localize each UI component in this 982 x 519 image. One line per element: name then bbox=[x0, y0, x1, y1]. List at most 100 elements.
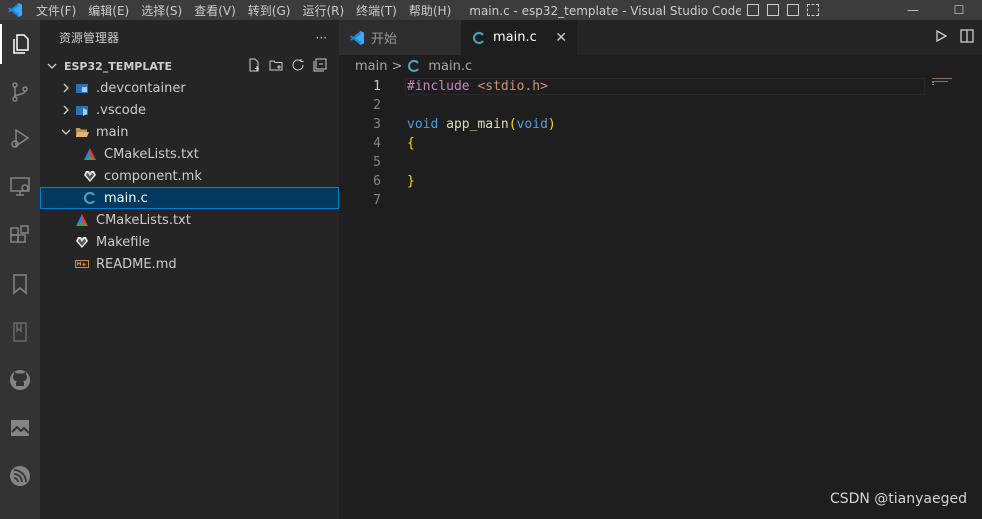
menu-file[interactable]: 文件(F) bbox=[30, 2, 82, 19]
refresh-icon[interactable] bbox=[291, 58, 305, 75]
menu-help[interactable]: 帮助(H) bbox=[403, 2, 457, 19]
function-name: app_main bbox=[446, 117, 509, 132]
line-number: 4 bbox=[373, 136, 381, 151]
section-actions bbox=[247, 58, 339, 75]
tree-item-label: CMakeLists.txt bbox=[96, 212, 191, 228]
tab-welcome[interactable]: 开始 bbox=[339, 20, 461, 55]
menu-go[interactable]: 转到(G) bbox=[242, 2, 297, 19]
code-line: 3 void app_main(void) bbox=[339, 115, 982, 134]
code-line: 5 bbox=[339, 153, 982, 172]
toggle-panel-icon[interactable] bbox=[767, 4, 780, 16]
bracket: ( bbox=[508, 117, 517, 132]
run-debug-icon[interactable] bbox=[0, 118, 40, 158]
chevron-right-icon bbox=[58, 102, 74, 118]
more-actions-icon[interactable]: ··· bbox=[316, 31, 327, 45]
run-icon[interactable] bbox=[934, 29, 948, 47]
chevron-right-icon bbox=[58, 80, 74, 96]
explorer-header: 资源管理器 ··· bbox=[40, 20, 339, 55]
bracket: } bbox=[407, 174, 415, 189]
explorer-title: 资源管理器 bbox=[59, 31, 120, 45]
tree-item-readme[interactable]: README.md bbox=[40, 253, 339, 275]
split-editor-icon[interactable] bbox=[960, 28, 974, 47]
remote-explorer-icon[interactable] bbox=[0, 166, 40, 206]
tree-item-label: CMakeLists.txt bbox=[104, 146, 199, 162]
folder-open-icon bbox=[74, 124, 90, 140]
source-control-icon[interactable] bbox=[0, 72, 40, 112]
menu-run[interactable]: 运行(R) bbox=[296, 2, 350, 19]
bracket: { bbox=[407, 136, 415, 151]
collapse-all-icon[interactable] bbox=[313, 58, 327, 75]
line-number: 6 bbox=[373, 174, 381, 189]
line-number: 1 bbox=[373, 79, 381, 94]
tab-label: 开始 bbox=[371, 32, 398, 47]
chevron-down-icon bbox=[44, 58, 60, 74]
line-number: 7 bbox=[373, 193, 381, 208]
keyword: void bbox=[407, 117, 439, 132]
extensions-icon[interactable] bbox=[0, 216, 40, 256]
window-controls: — ☐ bbox=[890, 3, 982, 17]
window-title: main.c - esp32_template - Visual Studio … bbox=[469, 3, 742, 18]
image-icon[interactable] bbox=[0, 408, 40, 448]
tree-item-label: main bbox=[96, 124, 129, 140]
tree-item-main-c[interactable]: main.c bbox=[40, 187, 339, 209]
activity-bar bbox=[0, 20, 40, 519]
breadcrumb: main > main.c bbox=[339, 55, 982, 77]
menu-selection[interactable]: 选择(S) bbox=[135, 2, 188, 19]
line-number: 2 bbox=[373, 98, 381, 113]
docker-folder-icon bbox=[74, 80, 90, 96]
makefile-icon bbox=[74, 234, 90, 250]
bookmarks-icon[interactable] bbox=[0, 264, 40, 304]
tree-item-main-folder[interactable]: main bbox=[40, 121, 339, 143]
breadcrumb-separator: > bbox=[391, 58, 403, 74]
toggle-secondary-sidebar-icon[interactable] bbox=[787, 4, 800, 16]
tree-item-root-cmakelists[interactable]: CMakeLists.txt bbox=[40, 209, 339, 231]
code-line: 1 #include <stdio.h> bbox=[339, 77, 982, 96]
cmake-icon bbox=[82, 146, 98, 162]
c-file-icon bbox=[471, 30, 487, 46]
menu-view[interactable]: 查看(V) bbox=[188, 2, 242, 19]
tree-item-label: component.mk bbox=[104, 168, 202, 184]
menu-terminal[interactable]: 终端(T) bbox=[350, 2, 403, 19]
minimize-icon[interactable]: — bbox=[890, 3, 936, 17]
explorer-icon[interactable] bbox=[0, 24, 40, 64]
tree-item-component-mk[interactable]: component.mk bbox=[40, 165, 339, 187]
tree-item-label: README.md bbox=[96, 256, 177, 272]
breadcrumb-folder[interactable]: main bbox=[355, 59, 387, 74]
line-number: 5 bbox=[373, 155, 381, 170]
chevron-down-icon bbox=[58, 124, 74, 140]
code-line: 2 bbox=[339, 96, 982, 115]
editor-actions bbox=[934, 20, 974, 55]
watermark: CSDN @tianyaeged bbox=[829, 491, 967, 507]
line-content: void app_main(void) bbox=[407, 117, 556, 132]
new-file-icon[interactable] bbox=[247, 58, 261, 75]
c-file-icon bbox=[406, 58, 422, 74]
close-icon[interactable]: ✕ bbox=[555, 30, 567, 46]
new-folder-icon[interactable] bbox=[269, 58, 283, 75]
code-editor[interactable]: 1 #include <stdio.h> 2 3 void app_main(v… bbox=[339, 77, 982, 210]
toggle-sidebar-icon[interactable] bbox=[747, 4, 760, 16]
breadcrumb-file[interactable]: main.c bbox=[428, 59, 472, 74]
tree-item-devcontainer[interactable]: .devcontainer bbox=[40, 77, 339, 99]
vscode-logo-icon bbox=[0, 2, 30, 18]
tree-item-label: main.c bbox=[104, 190, 148, 206]
maximize-icon[interactable]: ☐ bbox=[936, 3, 982, 17]
menu-edit[interactable]: 编辑(E) bbox=[82, 2, 135, 19]
bracket: ) bbox=[547, 117, 556, 132]
tree-item-vscode[interactable]: .vscode bbox=[40, 99, 339, 121]
tree-item-main-cmakelists[interactable]: CMakeLists.txt bbox=[40, 143, 339, 165]
tree-item-label: .devcontainer bbox=[96, 80, 186, 96]
tree-item-makefile[interactable]: Makefile bbox=[40, 231, 339, 253]
github-icon[interactable] bbox=[0, 360, 40, 400]
tree-item-label: .vscode bbox=[96, 102, 146, 118]
menu-bar: 文件(F) 编辑(E) 选择(S) 查看(V) 转到(G) 运行(R) 终端(T… bbox=[30, 2, 457, 19]
bookmark-list-icon[interactable] bbox=[0, 312, 40, 352]
tab-main-c[interactable]: main.c ✕ bbox=[461, 20, 577, 55]
code-line: 6 } bbox=[339, 172, 982, 191]
espressif-icon[interactable] bbox=[0, 456, 40, 496]
workspace-section-header[interactable]: ESP32_TEMPLATE bbox=[40, 55, 339, 77]
vscode-logo-icon bbox=[349, 30, 365, 46]
tree-item-label: Makefile bbox=[96, 234, 151, 250]
keyword: void bbox=[516, 117, 548, 132]
minimap[interactable] bbox=[932, 77, 954, 87]
customize-layout-icon[interactable] bbox=[807, 4, 820, 16]
